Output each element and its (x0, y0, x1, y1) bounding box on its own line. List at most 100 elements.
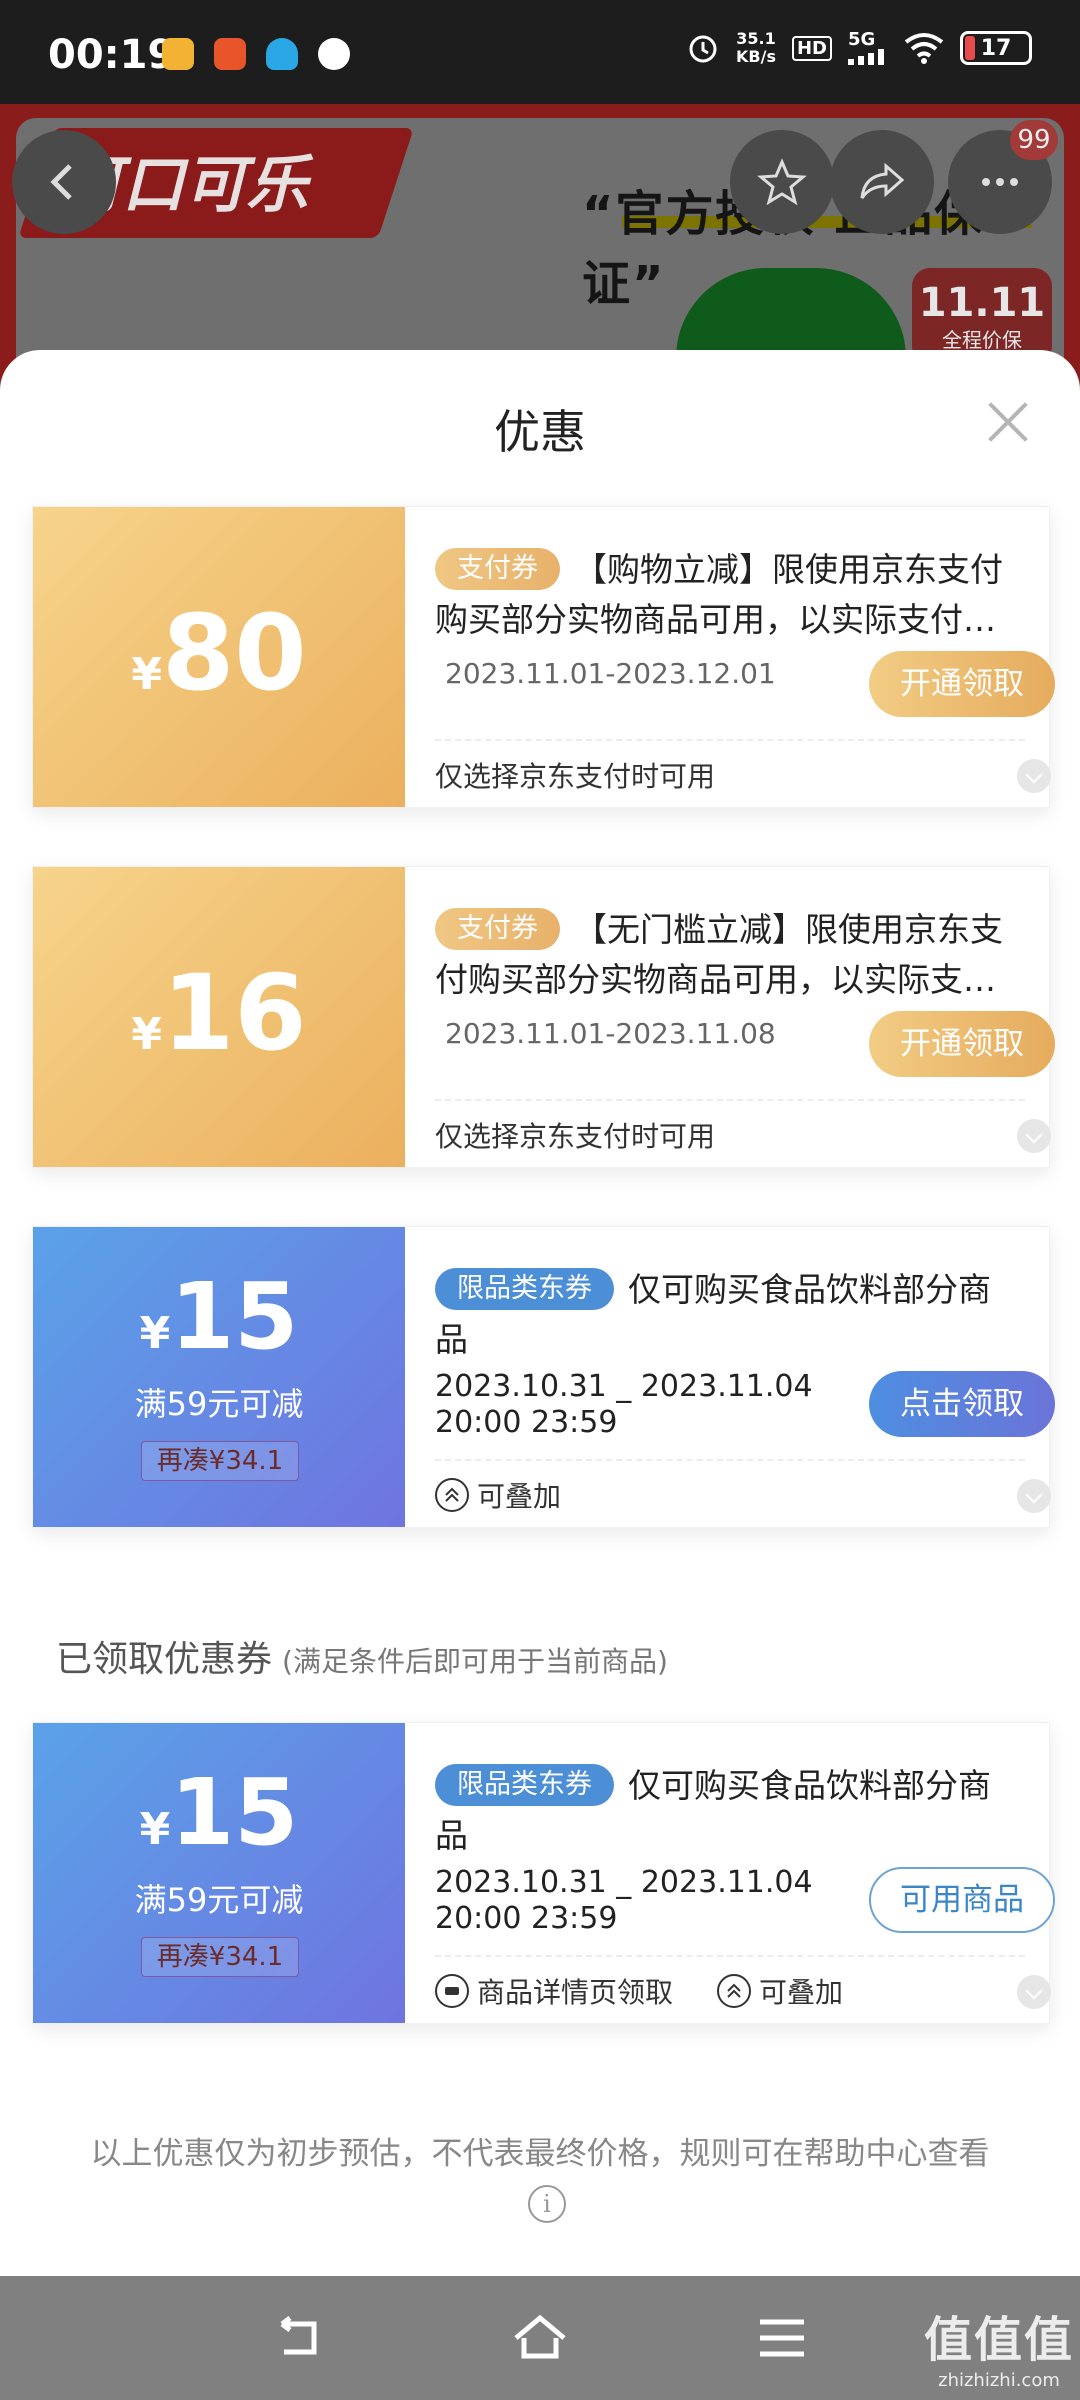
coupon-condition: 满59元可减 (134, 1385, 304, 1423)
stackable-icon (717, 1974, 752, 2008)
coupon-value-panel: ¥80 (33, 507, 405, 807)
coupon-card: ¥80 支付券【购物立减】限使用京东支付购买部分实物商品可用，以实际支付页面展示… (32, 506, 1055, 808)
coupon-tag: 限品类东券 (435, 1764, 614, 1806)
coupon-tag: 支付券 (435, 548, 560, 590)
claimed-title: 已领取优惠券 (56, 1639, 273, 1680)
sheet-title: 优惠 (494, 405, 586, 459)
share-icon (860, 162, 905, 199)
home-icon (514, 2314, 566, 2359)
notification-app-icon-2 (214, 38, 246, 70)
coupon-ticket-icon (435, 1974, 469, 2008)
expand-chevron-icon[interactable] (1017, 1479, 1051, 1513)
coupon-tag: 支付券 (435, 908, 560, 950)
chevron-left-icon (50, 164, 72, 200)
net-speed: 35.1 KB/s (736, 30, 776, 66)
info-icon[interactable]: i (528, 2184, 566, 2223)
notification-app-icon (162, 38, 194, 70)
expand-chevron-icon[interactable] (1017, 1119, 1051, 1153)
coupon-description: 限品类东券 仅可购买食品饮料部分商品 (435, 1761, 1015, 1861)
coupon-amount: ¥15 (33, 1271, 405, 1363)
coupon-amount-value: 16 (161, 952, 307, 1074)
currency-symbol: ¥ (131, 1009, 162, 1060)
system-nav-bar (0, 2276, 1080, 2400)
divider (435, 1459, 1025, 1461)
coupon-footnote: 商品详情页领取 可叠加 (435, 1971, 843, 2011)
more-icon (982, 178, 1018, 186)
coupon-description: 支付券【无门槛立减】限使用京东支付购买部分实物商品可用，以实际支付页面展示为准 (435, 905, 1015, 1005)
coupon-validity: 2023.10.31 _ 2023.11.04 20:00 23:59 (435, 1865, 813, 1937)
notification-icons (162, 38, 350, 70)
coupon-amount-value: 80 (161, 592, 307, 714)
divider (435, 739, 1025, 741)
coupon-details: 支付券【无门槛立减】限使用京东支付购买部分实物商品可用，以实际支付页面展示为准 … (405, 867, 1055, 1167)
back-arrow-icon (280, 2316, 317, 2355)
claimed-section-title: 已领取优惠券 (满足条件后即可用于当前商品) (56, 1630, 668, 1682)
coupon-value-panel: ¥16 (33, 867, 405, 1167)
recent-apps-button[interactable] (752, 2308, 812, 2368)
battery-level: 17 (980, 35, 1012, 61)
coupon-card: ¥16 支付券【无门槛立减】限使用京东支付购买部分实物商品可用，以实际支付页面展… (32, 866, 1055, 1168)
coupon-condition: 满59元可减 (134, 1881, 304, 1919)
share-button[interactable] (830, 130, 934, 234)
coupon-date-range: 2023.10.31 _ 2023.11.04 (435, 1369, 813, 1404)
favorite-button[interactable] (730, 130, 834, 234)
currency-symbol: ¥ (139, 1308, 171, 1359)
coupon-value-panel: ¥15 满59元可减 再凑¥34.1 (33, 1723, 405, 2023)
back-nav-button[interactable] (270, 2308, 330, 2368)
eligible-products-button[interactable]: 可用商品 (869, 1867, 1055, 1933)
status-time: 00:19 (48, 32, 176, 78)
currency-symbol: ¥ (139, 1804, 171, 1855)
activate-claim-button[interactable]: 开通领取 (869, 1011, 1055, 1077)
back-button[interactable] (12, 130, 116, 234)
coupon-footnote-text: 仅选择京东支付时可用 (435, 1120, 716, 1153)
hd-indicator: HD (791, 35, 832, 61)
coupon-time-range: 20:00 23:59 (435, 1901, 618, 1936)
coupon-details: 支付券【购物立减】限使用京东支付购买部分实物商品可用，以实际支付页面展示为准 2… (405, 507, 1055, 807)
coupon-sheet: 优惠 ¥80 支付券 【购物立减】限使用京东支付购买部分实物商品可用，以实际支付页… (0, 350, 1080, 2276)
coupon-footnote-text: 可叠加 (477, 1480, 562, 1513)
coupon-description: 限品类东券 仅可购买食品饮料部分商品 (435, 1265, 1015, 1365)
coupon-amount: ¥16 (33, 961, 405, 1065)
message-count-badge: 99 (1010, 120, 1058, 160)
claim-button[interactable]: 点击领取 (869, 1371, 1055, 1437)
battery-icon: 17 (960, 31, 1032, 65)
expand-chevron-icon[interactable] (1017, 759, 1051, 793)
coupon-details: 限品类东券 仅可购买食品饮料部分商品 2023.10.31 _ 2023.11.0… (405, 1723, 1055, 2023)
watermark: 值值值 zhizhizhi.com (924, 2300, 1074, 2391)
coupon-footnote: 可叠加 (435, 1475, 561, 1515)
status-bar: 00:19 35.1 KB/s HD 5G 17 (0, 0, 1080, 104)
coupon-footnote: 仅选择京东支付时可用 (435, 755, 715, 795)
disclaimer-text: 以上优惠仅为初步预估，不代表最终价格，规则可在帮助中心查看 (90, 2136, 990, 2172)
activate-claim-button[interactable]: 开通领取 (869, 651, 1055, 717)
coupon-amount: ¥15 (33, 1767, 405, 1859)
stackable-icon (435, 1478, 469, 1512)
net-speed-value: 35.1 (736, 29, 776, 48)
coupon-description: 支付券【购物立减】限使用京东支付购买部分实物商品可用，以实际支付页面展示为准 (435, 545, 1015, 645)
watermark-url: zhizhizhi.com (938, 2370, 1060, 2391)
network-type: 5G (848, 29, 876, 50)
alarm-icon (689, 35, 717, 63)
net-speed-unit: KB/s (736, 47, 776, 66)
promo-badge-title: 11.11 (918, 280, 1046, 326)
coupon-validity: 2023.10.31 _ 2023.11.04 20:00 23:59 (435, 1369, 813, 1441)
close-icon[interactable] (986, 400, 1030, 444)
signal-icon: 5G (848, 31, 888, 65)
watermark-text: 值值值 (924, 2312, 1075, 2368)
coupon-footnote: 仅选择京东支付时可用 (435, 1115, 715, 1155)
wifi-icon (904, 33, 944, 64)
home-nav-button[interactable] (510, 2308, 570, 2368)
expand-chevron-icon[interactable] (1017, 1975, 1051, 2009)
claimed-coupon-card: ¥15 满59元可减 再凑¥34.1 限品类东券 仅可购买食品饮料部分商品 202… (32, 1722, 1055, 2024)
coupon-footnote-text: 仅选择京东支付时可用 (435, 760, 716, 793)
coupon-amount: ¥80 (33, 601, 405, 705)
coupon-date-range: 2023.10.31 _ 2023.11.04 (435, 1865, 813, 1900)
currency-symbol: ¥ (131, 649, 162, 700)
coupon-tag: 限品类东券 (435, 1268, 614, 1310)
qq-icon (266, 38, 298, 70)
claimed-subtitle: (满足条件后即可用于当前商品) (282, 1645, 668, 1678)
coupon-validity: 2023.11.01-2023.11.08 (445, 1017, 776, 1050)
top-up-hint: 再凑¥34.1 (141, 1441, 299, 1481)
coupon-amount-value: 15 (170, 1759, 299, 1866)
coupon-card: ¥15 满59元可减 再凑¥34.1 限品类东券 仅可购买食品饮料部分商品 202… (32, 1226, 1055, 1528)
coupon-details: 限品类东券 仅可购买食品饮料部分商品 2023.10.31 _ 2023.11.0… (405, 1227, 1055, 1527)
